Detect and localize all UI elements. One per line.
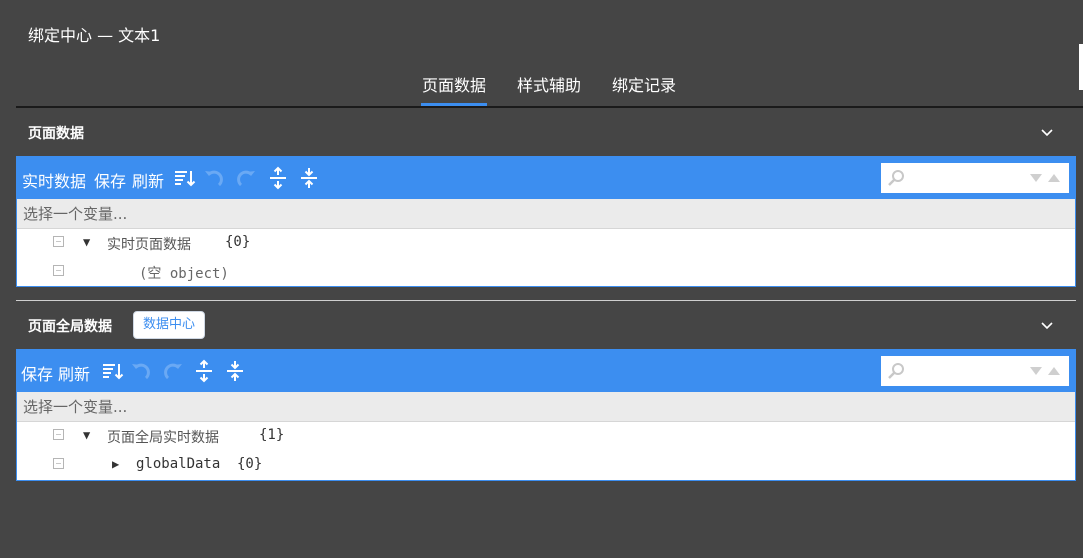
tab-binding-records[interactable]: 绑定记录 [610, 72, 678, 106]
editor-toolbar: 保存 刷新 [17, 350, 1075, 392]
tree-node-label: 实时页面数据 [107, 237, 191, 253]
row-menu-icon[interactable] [53, 265, 64, 276]
collapse-arrow-icon[interactable]: ▼ [83, 428, 90, 442]
chevron-down-icon[interactable] [1039, 317, 1055, 333]
search-box [881, 356, 1069, 386]
collapse-all-icon[interactable] [223, 359, 247, 383]
tree-row[interactable]: (空 object) [17, 258, 1075, 287]
undo-icon[interactable] [202, 166, 226, 190]
search-icon [888, 363, 904, 379]
tree-row[interactable]: ▼ 实时页面数据 {0} [17, 229, 1075, 258]
tree-node-label: globalData [136, 456, 221, 472]
section-title: 页面全局数据 [28, 319, 112, 335]
expand-arrow-icon[interactable]: ▶ [112, 457, 119, 471]
window-title: 绑定中心 — 文本1 [28, 26, 161, 45]
sort-icon[interactable] [100, 359, 124, 383]
realtime-data-button[interactable]: 实时数据 [22, 168, 86, 192]
tree-row[interactable]: ▶ globalData {0} [17, 451, 1075, 480]
global-data-editor: 保存 刷新 选择一个变量... ▼ 页面全局实时数据 {1} ▶ globalD… [16, 349, 1076, 481]
collapse-arrow-icon[interactable]: ▼ [83, 235, 90, 249]
search-box [881, 163, 1069, 193]
next-match-icon[interactable] [1029, 365, 1043, 377]
row-menu-icon[interactable] [53, 458, 64, 469]
search-input[interactable] [909, 167, 1019, 189]
expand-all-icon[interactable] [266, 166, 290, 190]
save-button[interactable]: 保存 [21, 361, 53, 385]
sort-icon[interactable] [172, 166, 196, 190]
tree-node-count: {0} [237, 456, 263, 472]
data-center-button[interactable]: 数据中心 [133, 311, 206, 339]
section-title: 页面数据 [28, 126, 84, 142]
redo-icon[interactable] [161, 359, 185, 383]
variable-select[interactable]: 选择一个变量... [17, 392, 1075, 422]
global-data-section-header[interactable]: 页面全局数据 数据中心 [16, 301, 1083, 347]
collapse-all-icon[interactable] [297, 166, 321, 190]
search-icon [888, 170, 904, 186]
tree-node-count: {0} [225, 234, 251, 250]
next-match-icon[interactable] [1029, 172, 1043, 184]
save-button[interactable]: 保存 [94, 168, 126, 192]
page-data-section-header[interactable]: 页面数据 [16, 108, 1083, 154]
tab-style-helper[interactable]: 样式辅助 [515, 72, 583, 106]
tab-page-data[interactable]: 页面数据 [421, 72, 487, 106]
row-menu-icon[interactable] [53, 429, 64, 440]
chevron-down-icon[interactable] [1039, 124, 1055, 140]
redo-icon[interactable] [234, 166, 258, 190]
page-data-editor: 实时数据 保存 刷新 选择一个变量... ▼ 实时页面数据 {0} (空 obj… [16, 156, 1076, 287]
tree-node-count: {1} [259, 427, 285, 443]
prev-match-icon[interactable] [1047, 172, 1061, 184]
refresh-button[interactable]: 刷新 [58, 361, 90, 385]
editor-toolbar: 实时数据 保存 刷新 [17, 157, 1075, 199]
tree-row[interactable]: ▼ 页面全局实时数据 {1} [17, 422, 1075, 451]
row-menu-icon[interactable] [53, 236, 64, 247]
search-input[interactable] [909, 360, 1019, 382]
undo-icon[interactable] [129, 359, 153, 383]
prev-match-icon[interactable] [1047, 365, 1061, 377]
variable-select[interactable]: 选择一个变量... [17, 199, 1075, 229]
tab-bar: 页面数据 样式辅助 绑定记录 [16, 62, 1083, 108]
tree-empty-label: (空 object) [139, 266, 229, 282]
expand-all-icon[interactable] [192, 359, 216, 383]
tree-node-label: 页面全局实时数据 [107, 430, 219, 446]
refresh-button[interactable]: 刷新 [132, 168, 164, 192]
